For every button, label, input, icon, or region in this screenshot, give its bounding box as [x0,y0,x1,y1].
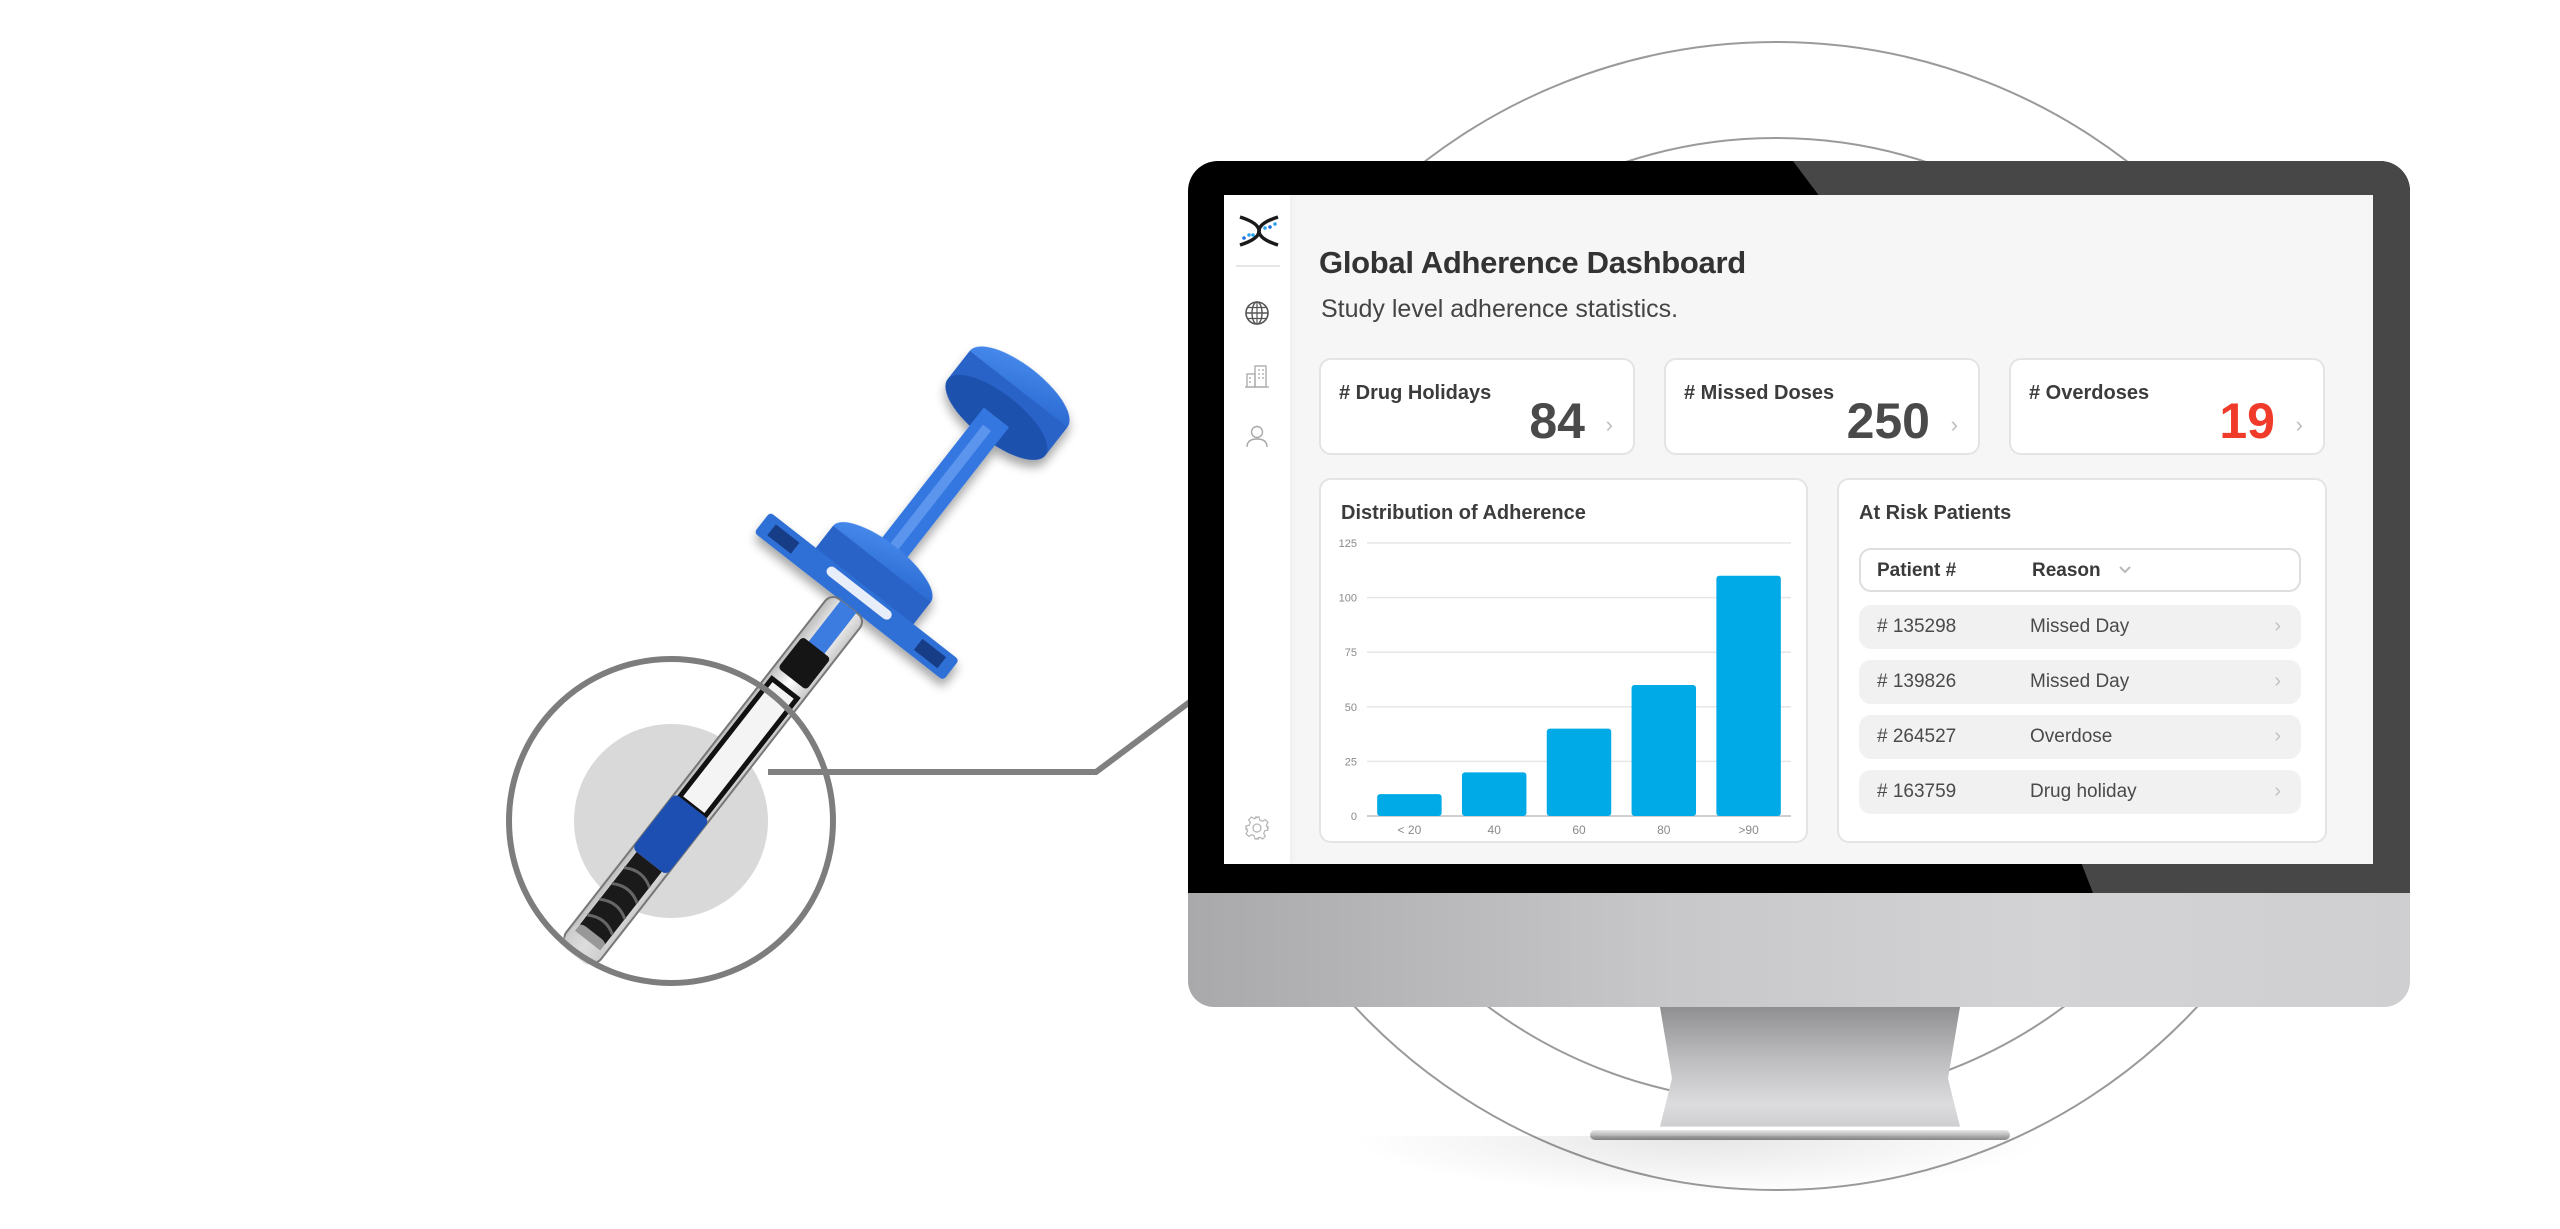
injector-device-icon [563,346,1070,965]
stat-label: # Overdoses [2029,382,2150,404]
chevron-right-icon: › [2274,780,2281,802]
y-tick-label: 25 [1345,756,1357,768]
x-tick-label: 40 [1488,823,1502,837]
reason: Missed Day [2030,671,2130,692]
patient-id: # 135298 [1877,616,1957,637]
x-tick-label: < 20 [1398,823,1422,837]
bar[interactable] [1546,728,1612,816]
y-tick-label: 75 [1345,647,1357,659]
y-tick-label: 125 [1339,538,1357,550]
bar[interactable] [1377,794,1442,816]
table-row[interactable]: # 139826 Missed Day › [1859,660,2301,704]
monitor-stand [1660,1007,1960,1127]
chevron-right-icon: › [1605,412,1613,437]
page-title: Global Adherence Dashboard [1319,245,1746,280]
table-row[interactable]: # 163759 Drug holiday › [1859,770,2301,814]
x-tick-label: 60 [1572,823,1586,837]
stat-value: 250 [1846,393,1930,449]
reason: Overdose [2030,726,2113,747]
bar[interactable] [1461,772,1527,816]
column-header-patient[interactable]: Patient # [1877,560,1956,582]
patient-id: # 139826 [1877,671,1957,692]
stat-value: 19 [2219,393,2275,449]
chevron-right-icon: › [2274,725,2281,747]
floor-shadow [1350,1136,2050,1196]
chevron-down-icon[interactable] [2117,562,2133,578]
bar[interactable] [1716,575,1781,816]
adherence-chart-panel: Distribution of Adherence 0 25 50 75 100 125 <… [1319,478,1808,843]
user-icon[interactable] [1244,423,1270,449]
stat-label: # Drug Holidays [1339,382,1492,404]
main-content: Global Adherence Dashboard Study level a… [1290,195,2373,864]
y-tick-label: 100 [1339,593,1357,605]
table-row[interactable]: # 264527 Overdose › [1859,715,2301,759]
x-tick-label: 80 [1657,823,1671,837]
y-tick-label: 50 [1345,702,1357,714]
logo-divider [1236,265,1280,267]
column-header-reason[interactable]: Reason [2032,560,2101,582]
adherence-bar-chart: 0 25 50 75 100 125 < 20 40 60 80 >90 [1339,538,1791,837]
stat-card-overdoses[interactable]: # Overdoses 19 › [2009,358,2325,455]
y-tick-label: 0 [1351,811,1357,823]
sidebar [1224,195,1290,864]
table-row[interactable]: # 135298 Missed Day › [1859,605,2301,649]
patient-id: # 264527 [1877,726,1957,747]
chevron-right-icon: › [2274,670,2281,692]
at-risk-panel: At Risk Patients Patient # Reason # 1352… [1837,478,2327,843]
bar[interactable] [1631,684,1697,816]
reason: Drug holiday [2030,781,2137,802]
reason: Missed Day [2030,616,2130,637]
stat-card-drug-holidays[interactable]: # Drug Holidays 84 › [1319,358,1635,455]
dashboard-screen: Global Adherence Dashboard Study level a… [1224,195,2373,864]
gear-icon[interactable] [1244,815,1270,841]
globe-icon[interactable] [1244,300,1270,326]
monitor-chin [1188,893,2410,1007]
x-tick-label: >90 [1738,823,1759,837]
at-risk-title: At Risk Patients [1859,502,2012,524]
stat-value: 84 [1529,393,1585,449]
patient-id: # 163759 [1877,781,1957,802]
building-icon[interactable] [1244,363,1270,389]
table-header: Patient # Reason [1859,548,2301,592]
chevron-right-icon: › [2274,615,2281,637]
stat-card-missed-doses[interactable]: # Missed Doses 250 › [1664,358,1980,455]
page-subtitle: Study level adherence statistics. [1321,295,1679,323]
helix-logo-icon[interactable] [1238,213,1280,249]
stat-label: # Missed Doses [1684,382,1835,404]
chevron-right-icon: › [1950,412,1958,437]
chevron-right-icon: › [2295,412,2303,437]
